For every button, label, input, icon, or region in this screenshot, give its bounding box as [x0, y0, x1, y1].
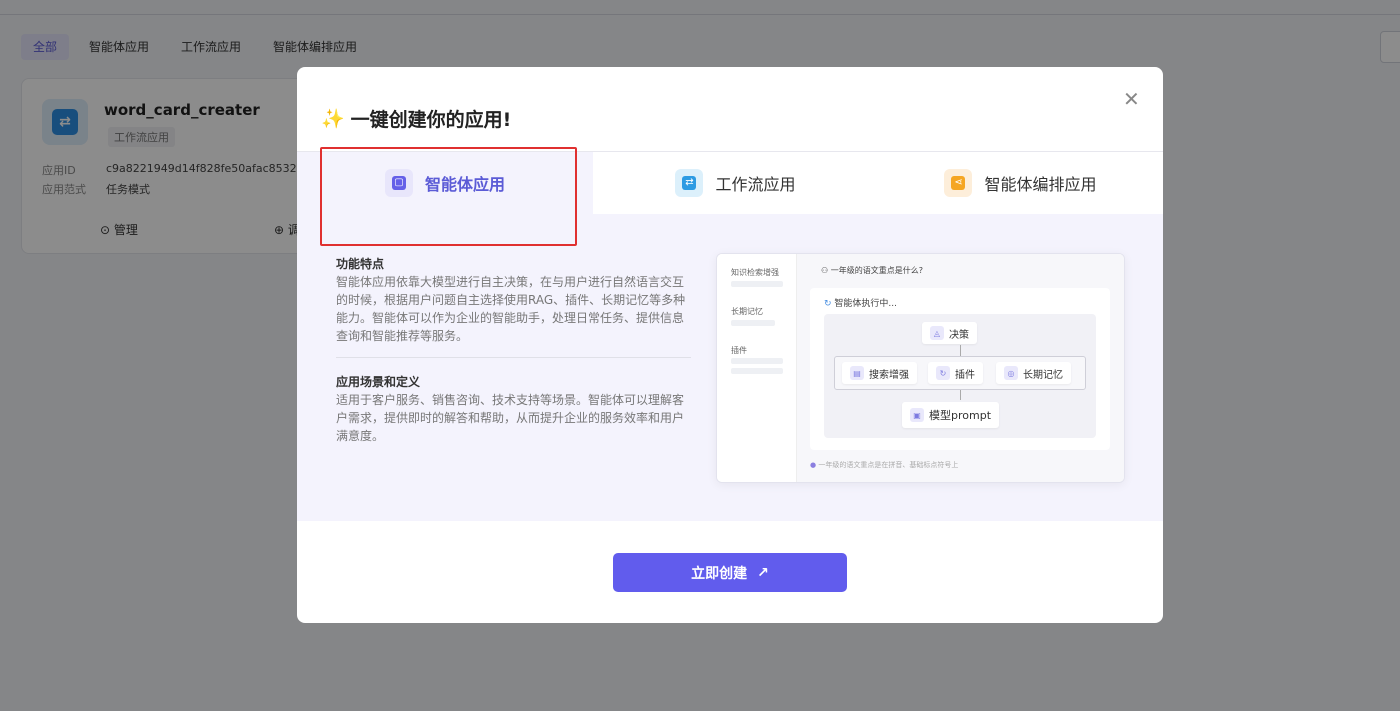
image-icon: ▣ [910, 408, 924, 422]
flow-arrow [960, 345, 961, 356]
preview-placeholder-bar [731, 281, 783, 287]
preview-executing: ↻ 智能体执行中... [824, 299, 897, 309]
create-app-modal: ✨ 一键创建你的应用! ✕ ▢ 智能体应用 ⇄ 工作流应用 ⋖ 智能体编排应用 … [297, 67, 1163, 623]
features-title: 功能特点 [336, 257, 385, 271]
search-enhance-node: ▤ 搜索增强 [842, 362, 917, 384]
close-icon[interactable]: ✕ [1123, 87, 1140, 111]
create-now-button[interactable]: 立即创建 ↗ [613, 553, 847, 592]
scenes-text: 适用于客户服务、销售咨询、技术支持等场景。智能体可以理解客户需求，提供即时的解答… [336, 393, 685, 443]
plugin-icon: ↻ [936, 366, 950, 380]
flow-arrow [960, 390, 961, 400]
arrow-up-right-icon: ↗ [757, 564, 769, 581]
model-prompt-node: ▣ 模型prompt [902, 402, 1000, 428]
preview-flow: ◬ 决策 ▤ 搜索增强 ↻ 插件 ◎ 长期记忆 ▣ 模型prompt [824, 314, 1096, 438]
create-now-label: 立即创建 [691, 565, 748, 582]
preview-placeholder-bar [731, 368, 783, 374]
tab-workflow-app-label: 工作流应用 [715, 175, 796, 194]
preview-side-label: 长期记忆 [731, 307, 763, 316]
scenes-title: 应用场景和定义 [336, 375, 421, 389]
preview-sidebar: 知识检索增强 长期记忆 插件 [717, 254, 797, 482]
decision-node: ◬ 决策 [922, 322, 977, 344]
preview-main: ⚇ 一年级的语文重点是什么? ↻ 智能体执行中... ◬ 决策 ▤ 搜索增强 ↻… [797, 254, 1124, 482]
preview-placeholder-bar [731, 358, 783, 364]
section-divider [336, 357, 691, 358]
preview-panel: ↻ 智能体执行中... ◬ 决策 ▤ 搜索增强 ↻ 插件 ◎ 长期记忆 ▣ 模型… [810, 288, 1110, 450]
tab-workflow-app[interactable]: ⇄ 工作流应用 [593, 152, 878, 214]
loading-icon: ↻ [824, 299, 835, 309]
preview-side-label: 知识检索增强 [731, 268, 779, 277]
orchestration-app-icon: ⋖ [944, 169, 973, 197]
decision-icon: ◬ [930, 326, 944, 340]
search-enhance-icon: ▤ [850, 366, 864, 380]
preview-footer: ● 一年级的语文重点是在拼音、基础标点符号上 [810, 461, 959, 469]
memory-icon: ◎ [1004, 366, 1018, 380]
preview-side-label: 插件 [731, 346, 747, 355]
tab-orchestration-app-label: 智能体编排应用 [984, 175, 1097, 194]
workflow-app-icon: ⇄ [675, 169, 704, 197]
features-text: 智能体应用依靠大模型进行自主决策，在与用户进行自然语言交互的时候，根据用户问题自… [336, 275, 686, 343]
agent-preview-image: 知识检索增强 长期记忆 插件 ⚇ 一年级的语文重点是什么? ↻ 智能体执行中..… [716, 253, 1125, 483]
preview-placeholder-bar [731, 320, 775, 326]
preview-question: ⚇ 一年级的语文重点是什么? [821, 266, 923, 275]
modal-title: ✨ 一键创建你的应用! [321, 105, 511, 132]
sparkle-icon: ✨ [321, 108, 345, 130]
long-memory-node: ◎ 长期记忆 [996, 362, 1071, 384]
user-icon: ⚇ [821, 266, 831, 275]
modal-title-text: 一键创建你的应用! [350, 109, 512, 131]
tab-orchestration-app[interactable]: ⋖ 智能体编排应用 [878, 152, 1163, 214]
plugin-node: ↻ 插件 [928, 362, 983, 384]
selection-highlight [320, 147, 577, 246]
